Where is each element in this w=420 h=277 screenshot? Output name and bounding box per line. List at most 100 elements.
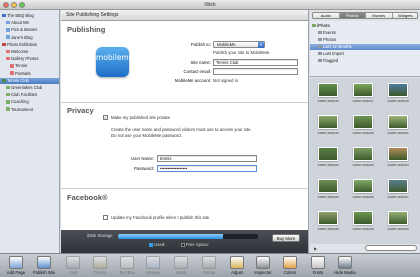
buy-more-button[interactable]: Buy More [272, 234, 300, 242]
media-source-item[interactable]: Photos [310, 37, 420, 43]
media-tab[interactable]: Photos [339, 13, 366, 18]
sidebar-item[interactable]: Tournament [0, 107, 59, 114]
media-source-item[interactable]: Events [310, 30, 420, 36]
sidebar-item-label: Pics & Movies [11, 27, 38, 33]
mobileme-account-value: Not signed in [213, 78, 239, 83]
photo-thumbnail[interactable] [318, 147, 338, 161]
publish-button[interactable]: Publish Site [29, 255, 59, 277]
sidebar-item[interactable]: The BBQ Blog [0, 13, 59, 20]
sidebar-item[interactable]: Tennis [0, 63, 59, 70]
sidebar-item[interactable]: Welcome [0, 49, 59, 56]
media-tab[interactable]: Widgets [393, 13, 418, 18]
contact-email-field[interactable] [213, 68, 298, 75]
sidebar-item[interactable]: Pics & Movies [0, 27, 59, 34]
media-source-item[interactable]: iPhoto [310, 23, 420, 29]
free-swatch [180, 242, 185, 247]
toolbar-label: Hide Media [334, 270, 356, 275]
page-icon [6, 20, 10, 25]
photo-caption: JUMMY-0000217 [352, 99, 374, 103]
photo-caption: JUMMY-0000226 [352, 195, 374, 199]
photo-thumbnail[interactable] [318, 211, 338, 225]
photo-thumbnail[interactable] [353, 211, 373, 225]
media-tab[interactable]: Movies [366, 13, 393, 18]
photo-caption: JUMMY-0000228 [317, 227, 339, 231]
photo-thumbnail[interactable] [388, 147, 408, 161]
page-icon [6, 56, 10, 61]
adjust-icon [230, 256, 244, 269]
media-source-item[interactable]: Last 12 Months [310, 44, 420, 51]
facebook-update-label: Update my Facebook profile when I publis… [111, 215, 211, 220]
media-source-item[interactable]: Last Import [310, 51, 420, 57]
private-site-checkbox[interactable]: ✓ [103, 115, 108, 120]
photo-thumbnail[interactable] [388, 115, 408, 129]
password-field[interactable]: •••••••••••••••••• [157, 165, 257, 172]
photo-thumbnail[interactable] [353, 115, 373, 129]
free-space-label: Free Space: [185, 242, 210, 247]
photo-thumbnail[interactable] [353, 83, 373, 97]
sidebar-item[interactable]: Tennis Club [0, 77, 59, 85]
storage-used-fill [118, 234, 223, 239]
media-browser: Audio Photos Movies Widgets iPhoto Events Pho… [310, 10, 420, 253]
photo-thumbnail[interactable] [318, 115, 338, 129]
publish-to-select[interactable]: MobileMe ⇕ [213, 41, 265, 48]
page-icon [6, 28, 10, 32]
idisk-storage-bar: iDisk Storage Used: Free Space: Buy More [61, 230, 308, 253]
photo-caption: JUMMY-0000227 [387, 195, 409, 199]
username-label: User Name: [131, 156, 154, 161]
publishing-section-title: Publishing [67, 25, 106, 34]
panel-header: Site Publishing Settings [61, 10, 308, 21]
site-sidebar: The BBQ Blog About Me Pics & Movies Jane's … [0, 10, 60, 253]
bottom-toolbar: Add Page Publish Site Visit Theme Text Box Sh… [0, 253, 420, 277]
sidebar-item-label: Photo Exhibition [7, 41, 38, 47]
select-arrows-icon: ⇕ [258, 42, 264, 48]
sidebar-item[interactable]: Greenlakes Club [0, 85, 59, 92]
page-icon [6, 49, 10, 54]
photo-thumbnail[interactable] [353, 147, 373, 161]
facebook-section-title: Facebook® [67, 193, 108, 202]
page-icon [6, 85, 10, 90]
photo-thumbnail[interactable] [388, 83, 408, 97]
mobileme-logo-text: mobileme [96, 53, 134, 62]
sidebar-item[interactable]: Portraits [0, 70, 59, 78]
private-site-label: Make my published site private [111, 115, 170, 120]
media-source-label: Last 12 Months [323, 44, 352, 49]
play-icon[interactable]: ▶ [314, 246, 319, 251]
photo-thumbnail[interactable] [388, 179, 408, 193]
album-icon [318, 58, 322, 63]
media-tab[interactable]: Audio [313, 13, 340, 18]
page-icon [10, 71, 14, 75]
sidebar-item[interactable]: Coaching [0, 99, 59, 106]
text-box-icon [120, 256, 134, 269]
sidebar-item[interactable]: Jane's Blog [0, 34, 59, 42]
media-source-list: iPhoto Events Photos Last 12 Months Last Imp… [310, 21, 420, 77]
sidebar-item-label: The BBQ Blog [7, 13, 34, 18]
media-source-label: iPhoto [317, 23, 331, 28]
photo-caption: JUMMY-0000219 [317, 131, 339, 135]
password-label: Password: [133, 166, 154, 171]
facebook-update-checkbox[interactable] [103, 215, 108, 220]
sidebar-item[interactable]: Club Facilities [0, 92, 59, 99]
sidebar-item[interactable]: Gallery Photos [0, 56, 59, 63]
theme-icon [93, 256, 107, 269]
add-page-icon [9, 256, 23, 269]
sidebar-item[interactable]: About Me [0, 20, 59, 27]
app-title: iWeb [204, 1, 216, 8]
used-swatch [149, 242, 153, 247]
photo-thumbnail[interactable] [353, 179, 373, 193]
page-icon [6, 107, 10, 111]
sidebar-item-label: Jane's Blog [11, 34, 33, 40]
photo-thumbnail[interactable] [318, 83, 338, 97]
media-search-field[interactable] [365, 245, 417, 251]
sidebar-item[interactable]: Photo Exhibition [0, 41, 59, 49]
username-field[interactable]: tennis [157, 155, 257, 162]
photo-thumbnail[interactable] [388, 211, 408, 225]
photo-thumbnail[interactable] [318, 179, 338, 193]
site-publishing-settings-panel: Site Publishing Settings Publishing mobi… [61, 10, 309, 253]
media-source-item[interactable]: Flagged [310, 58, 420, 64]
mask-icon [174, 256, 188, 269]
sidebar-item-label: Portraits [15, 70, 31, 76]
sidebar-item-label: About Me [11, 20, 29, 26]
inspector-icon [256, 256, 270, 269]
hide-media-button[interactable]: Hide Media [330, 255, 360, 277]
site-name-field[interactable]: Tennis Club [213, 59, 298, 66]
